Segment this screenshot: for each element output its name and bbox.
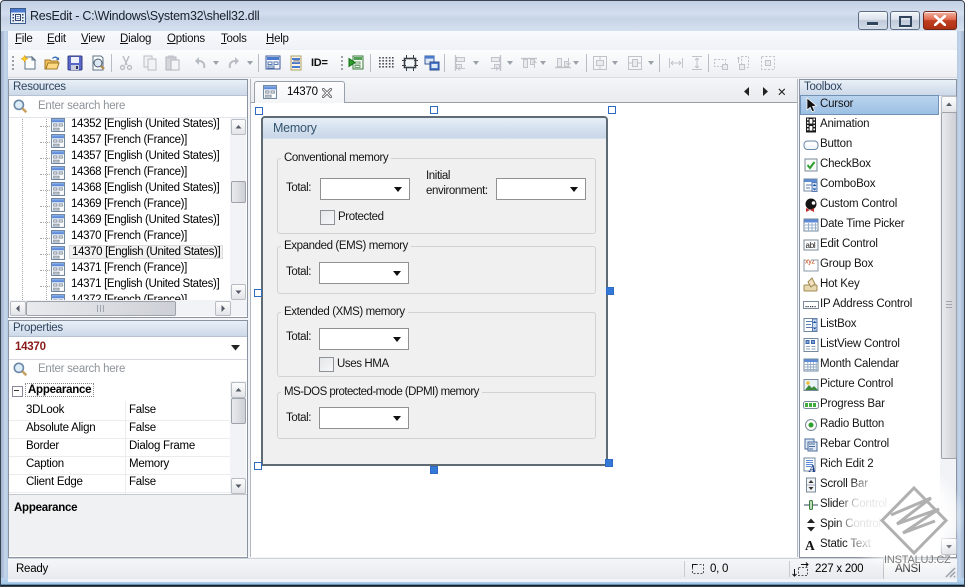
svg-text:A: A [808, 464, 816, 473]
svg-text:abl: abl [806, 241, 816, 250]
svg-text:A: A [805, 538, 815, 553]
